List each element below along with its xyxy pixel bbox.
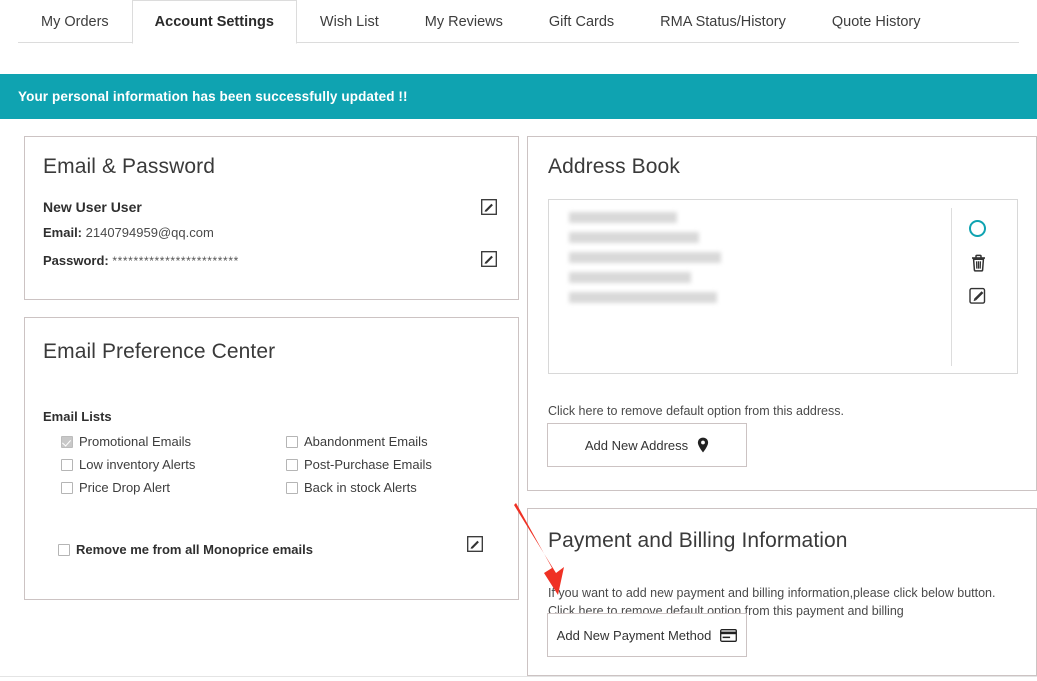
- checkbox-row-low-inventory-alerts[interactable]: Low inventory Alerts: [61, 453, 195, 476]
- add-new-address-label: Add New Address: [585, 438, 688, 453]
- tab-label: My Orders: [41, 14, 109, 30]
- tab-label: Quote History: [832, 14, 921, 30]
- email-password-panel: Email & Password New User User Email: 21…: [24, 136, 519, 300]
- address-default-note: Click here to remove default option from…: [548, 404, 844, 418]
- page-bottom-rule: [0, 676, 1037, 677]
- redacted-address-line: [569, 272, 691, 283]
- email-password-title: Email & Password: [43, 155, 215, 179]
- tab-label: My Reviews: [425, 14, 503, 30]
- address-actions-divider: [951, 208, 952, 366]
- checkbox-back-in-stock-alerts[interactable]: [286, 482, 298, 494]
- account-tab-bar: My Orders Account Settings Wish List My …: [0, 0, 1037, 44]
- add-new-payment-method-button[interactable]: Add New Payment Method: [547, 613, 747, 657]
- checkbox-low-inventory-alerts[interactable]: [61, 459, 73, 471]
- password-label: Password:: [43, 253, 109, 268]
- tab-label: Wish List: [320, 14, 379, 30]
- checkbox-label: Price Drop Alert: [79, 480, 170, 495]
- tab-account-settings[interactable]: Account Settings: [132, 0, 297, 44]
- tab-label: Gift Cards: [549, 14, 614, 30]
- credit-card-icon: [720, 629, 737, 642]
- edit-pencil-icon[interactable]: [467, 536, 483, 552]
- tab-list: My Orders Account Settings Wish List My …: [18, 0, 944, 44]
- redacted-address-line: [569, 232, 699, 243]
- payment-billing-title: Payment and Billing Information: [548, 529, 848, 553]
- default-address-radio-icon[interactable]: [969, 220, 991, 242]
- add-new-address-button[interactable]: Add New Address: [547, 423, 747, 467]
- checkbox-row-abandonment-emails[interactable]: Abandonment Emails: [286, 430, 432, 453]
- checkbox-label: Post-Purchase Emails: [304, 457, 432, 472]
- checkbox-row-back-in-stock-alerts[interactable]: Back in stock Alerts: [286, 476, 432, 499]
- checkbox-row-promotional-emails[interactable]: Promotional Emails: [61, 430, 195, 453]
- checkbox-label: Back in stock Alerts: [304, 480, 417, 495]
- account-holder-name: New User User: [43, 199, 142, 215]
- trash-icon[interactable]: [969, 253, 991, 275]
- tab-label: RMA Status/History: [660, 14, 786, 30]
- tab-label: Account Settings: [155, 14, 274, 30]
- address-entry-card: [548, 199, 1018, 374]
- tab-quote-history[interactable]: Quote History: [809, 0, 944, 43]
- checkbox-row-remove-all-emails[interactable]: Remove me from all Monoprice emails: [58, 538, 313, 561]
- checkbox-row-post-purchase-emails[interactable]: Post-Purchase Emails: [286, 453, 432, 476]
- address-actions: [969, 220, 991, 319]
- checkbox-label: Remove me from all Monoprice emails: [76, 542, 313, 557]
- email-preference-title: Email Preference Center: [43, 340, 275, 364]
- checkbox-promotional-emails[interactable]: [61, 436, 73, 448]
- tab-my-orders[interactable]: My Orders: [18, 0, 132, 43]
- edit-pencil-icon[interactable]: [481, 251, 497, 267]
- redacted-address-line: [569, 252, 721, 263]
- password-row: Password: ************************: [43, 253, 239, 268]
- tab-my-reviews[interactable]: My Reviews: [402, 0, 526, 43]
- checkbox-label: Low inventory Alerts: [79, 457, 195, 472]
- circle-ring-icon: [969, 220, 986, 237]
- edit-pencil-icon[interactable]: [481, 199, 497, 215]
- tab-wish-list[interactable]: Wish List: [297, 0, 402, 43]
- checkbox-row-price-drop-alert[interactable]: Price Drop Alert: [61, 476, 195, 499]
- checkbox-remove-all-emails[interactable]: [58, 544, 70, 556]
- success-banner: Your personal information has been succe…: [0, 74, 1037, 119]
- redacted-address-line: [569, 212, 677, 223]
- edit-pencil-icon[interactable]: [969, 286, 991, 308]
- map-pin-icon: [697, 437, 709, 453]
- redacted-address-line: [569, 292, 717, 303]
- tab-gift-cards[interactable]: Gift Cards: [526, 0, 637, 43]
- email-list-column-right: Abandonment Emails Post-Purchase Emails …: [286, 430, 432, 499]
- checkbox-price-drop-alert[interactable]: [61, 482, 73, 494]
- email-list-column-left: Promotional Emails Low inventory Alerts …: [61, 430, 195, 499]
- account-settings-page: My Orders Account Settings Wish List My …: [0, 0, 1037, 681]
- tab-rma-status-history[interactable]: RMA Status/History: [637, 0, 809, 43]
- payment-billing-instruction: If you want to add new payment and billi…: [548, 586, 996, 600]
- email-lists-label: Email Lists: [43, 409, 112, 424]
- add-new-payment-method-label: Add New Payment Method: [557, 628, 712, 643]
- email-row: Email: 2140794959@qq.com: [43, 225, 214, 240]
- checkbox-label: Abandonment Emails: [304, 434, 428, 449]
- checkbox-abandonment-emails[interactable]: [286, 436, 298, 448]
- checkbox-label: Promotional Emails: [79, 434, 191, 449]
- email-label: Email:: [43, 225, 82, 240]
- password-value: ************************: [112, 254, 238, 268]
- success-banner-message: Your personal information has been succe…: [0, 89, 408, 104]
- address-book-title: Address Book: [548, 155, 680, 179]
- checkbox-post-purchase-emails[interactable]: [286, 459, 298, 471]
- email-value: 2140794959@qq.com: [86, 225, 214, 240]
